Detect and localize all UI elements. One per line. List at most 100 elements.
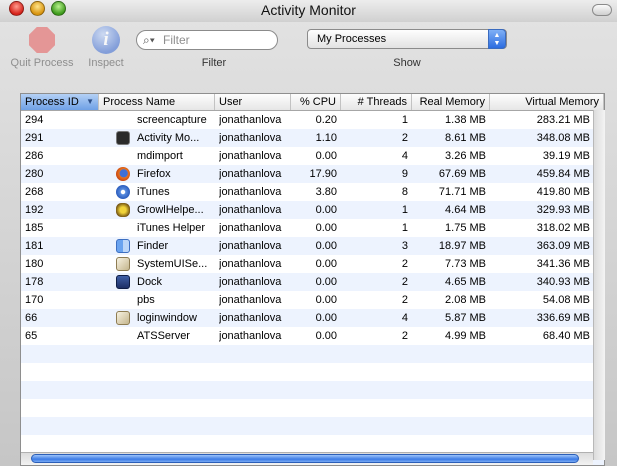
cell-virtual: 419.80 MB: [536, 186, 590, 198]
horizontal-scrollbar[interactable]: [21, 452, 593, 465]
column-header-user[interactable]: User: [215, 94, 291, 110]
cell-cpu: 0.00: [315, 330, 337, 342]
empty-table-row: [21, 345, 604, 363]
table-row[interactable]: 181 Finder jonathanlova 0.00 3 18.97 MB 363.09…: [21, 237, 604, 255]
cell-cpu: 0.00: [315, 204, 337, 216]
cell-pid: 280: [25, 168, 44, 180]
cell-cpu: 3.80: [315, 186, 337, 198]
search-icon: ⌕▾: [143, 33, 155, 47]
table-row[interactable]: 178 Dock jonathanlova 0.00 2 4.65 MB 340.93 MB: [21, 273, 604, 291]
table-row[interactable]: 286 mdimport jonathanlova 0.00 4 3.26 MB 39.19…: [21, 147, 604, 165]
cell-real: 5.87 MB: [445, 312, 486, 324]
finder-icon: [116, 239, 130, 253]
cell-user: jonathanlova: [219, 240, 282, 252]
cell-virtual: 348.08 MB: [536, 132, 590, 144]
cell-user: jonathanlova: [219, 204, 282, 216]
cell-threads: 3: [401, 240, 408, 252]
quit-process-button[interactable]: Quit Process: [7, 27, 77, 69]
cell-name: Finder: [137, 240, 169, 252]
table-row[interactable]: 180 SystemUISe... jonathanlova 0.00 2 7.73 MB…: [21, 255, 604, 273]
cell-pid: 65: [25, 330, 38, 342]
cell-pid: 185: [25, 222, 44, 234]
cell-real: 67.69 MB: [438, 168, 486, 180]
table-body: 294 screencapture jonathanlova 0.20 1 1.38 MB…: [21, 111, 604, 465]
table-row[interactable]: 185 iTunes Helper jonathanlova 0.00 1 1.75 MB…: [21, 219, 604, 237]
cell-cpu: 0.00: [315, 276, 337, 288]
cell-threads: 1: [401, 204, 408, 216]
cell-pid: 192: [25, 204, 44, 216]
cell-real: 1.75 MB: [445, 222, 486, 234]
cell-user: jonathanlova: [219, 132, 282, 144]
cell-user: jonathanlova: [219, 258, 282, 270]
cell-real: 3.26 MB: [445, 150, 486, 162]
table-row[interactable]: 192 GrowlHelpe... jonathanlova 0.00 1 4.64 MB…: [21, 201, 604, 219]
loginwindow-icon: [116, 311, 130, 325]
table-row[interactable]: 170 pbs jonathanlova 0.00 2 2.08 MB 54.08 MB: [21, 291, 604, 309]
title-bar[interactable]: Activity Monitor: [0, 0, 617, 22]
cell-pid: 66: [25, 312, 38, 324]
cell-user: jonathanlova: [219, 114, 282, 126]
cell-pid: 268: [25, 186, 44, 198]
column-header-cpu[interactable]: % CPU: [291, 94, 341, 110]
table-row[interactable]: 65 ATSServer jonathanlova 0.00 2 4.99 MB 68.40…: [21, 327, 604, 345]
cell-name: screencapture: [137, 114, 207, 126]
cell-pid: 291: [25, 132, 44, 144]
column-header-virtual-memory[interactable]: Virtual Memory: [490, 94, 604, 110]
column-header-real-memory[interactable]: Real Memory: [412, 94, 490, 110]
table-row[interactable]: 66 loginwindow jonathanlova 0.00 4 5.87 MB 336…: [21, 309, 604, 327]
show-processes-select[interactable]: My Processes ▲ ▼: [307, 29, 507, 49]
cell-cpu: 17.90: [309, 168, 337, 180]
cell-user: jonathanlova: [219, 312, 282, 324]
table-header: Process ID ▼ Process Name User % CPU # T…: [21, 94, 604, 111]
column-header-process-id[interactable]: Process ID ▼: [21, 94, 99, 110]
cell-name: GrowlHelpe...: [137, 204, 204, 216]
show-label: Show: [393, 57, 421, 69]
cell-threads: 4: [401, 312, 408, 324]
vertical-scrollbar[interactable]: [593, 110, 605, 460]
column-header-process-name[interactable]: Process Name: [99, 94, 215, 110]
horizontal-scroll-thumb[interactable]: [31, 454, 579, 463]
cell-threads: 1: [401, 114, 408, 126]
cell-cpu: 0.00: [315, 150, 337, 162]
cell-real: 4.99 MB: [445, 330, 486, 342]
cell-pid: 181: [25, 240, 44, 252]
cell-real: 18.97 MB: [438, 240, 486, 252]
cell-user: jonathanlova: [219, 276, 282, 288]
cell-cpu: 1.10: [315, 132, 337, 144]
cell-name: Firefox: [137, 168, 171, 180]
table-row[interactable]: 294 screencapture jonathanlova 0.20 1 1.38 MB…: [21, 111, 604, 129]
cell-name: loginwindow: [137, 312, 197, 324]
table-row[interactable]: 280 Firefox jonathanlova 17.90 9 67.69 MB 459.…: [21, 165, 604, 183]
cell-threads: 9: [401, 168, 408, 180]
cell-cpu: 0.00: [315, 222, 337, 234]
cell-threads: 2: [401, 276, 408, 288]
process-table[interactable]: Process ID ▼ Process Name User % CPU # T…: [20, 93, 605, 466]
empty-table-row: [21, 435, 604, 453]
cell-real: 2.08 MB: [445, 294, 486, 306]
cell-cpu: 0.00: [315, 240, 337, 252]
cell-user: jonathanlova: [219, 222, 282, 234]
column-header-threads[interactable]: # Threads: [341, 94, 412, 110]
inspect-button[interactable]: i Inspect: [84, 26, 128, 69]
empty-table-row: [21, 417, 604, 435]
cell-virtual: 340.93 MB: [536, 276, 590, 288]
cell-real: 7.73 MB: [445, 258, 486, 270]
cell-user: jonathanlova: [219, 294, 282, 306]
cell-real: 71.71 MB: [438, 186, 486, 198]
inspect-label: Inspect: [88, 57, 124, 69]
system-ui-server-icon: [116, 257, 130, 271]
cell-cpu: 0.00: [315, 294, 337, 306]
cell-name: Activity Mo...: [137, 132, 200, 144]
filter-input[interactable]: [163, 33, 271, 47]
firefox-icon: [116, 167, 130, 181]
cell-virtual: 283.21 MB: [536, 114, 590, 126]
quit-process-label: Quit Process: [10, 57, 74, 69]
cell-virtual: 363.09 MB: [536, 240, 590, 252]
filter-search-field[interactable]: ⌕▾: [136, 30, 278, 50]
cell-name: iTunes Helper: [137, 222, 206, 234]
table-row[interactable]: 291 Activity Mo... jonathanlova 1.10 2 8.61 M…: [21, 129, 604, 147]
cell-real: 8.61 MB: [445, 132, 486, 144]
toolbar-toggle-button[interactable]: [592, 4, 612, 16]
table-row[interactable]: 268 iTunes jonathanlova 3.80 8 71.71 MB 419.80…: [21, 183, 604, 201]
stop-sign-icon: [29, 27, 55, 53]
